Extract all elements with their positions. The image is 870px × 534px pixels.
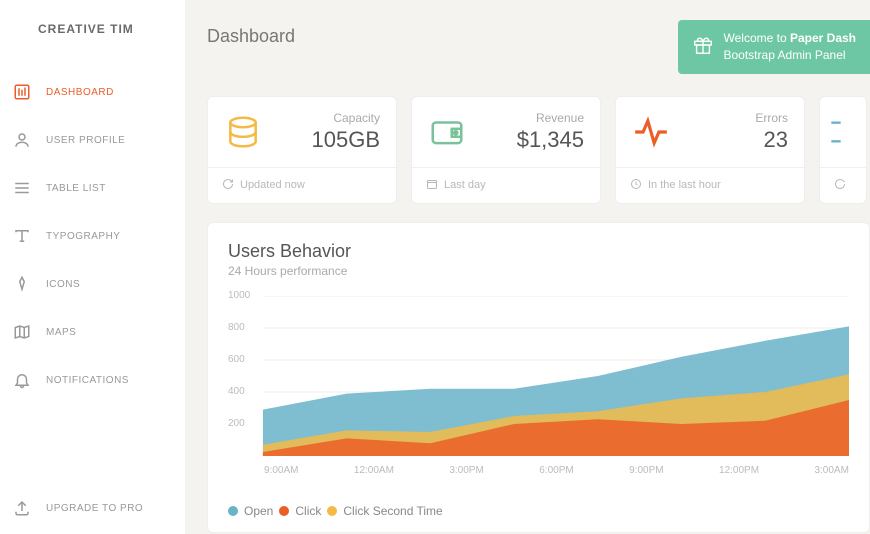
sidebar-item-label: TABLE LIST [46,183,106,194]
stat-cards: Capacity 105GB Updated now Revenue $1,34… [185,74,870,204]
sidebar-item-table-list[interactable]: TABLE LIST [0,164,185,212]
sidebar-item-user-profile[interactable]: USER PROFILE [0,116,185,164]
upgrade-to-pro[interactable]: UPGRADE TO PRO [0,482,185,534]
legend-label-click: Click [295,504,321,518]
sidebar-item-label: MAPS [46,327,76,338]
database-icon [222,111,264,153]
card-value: $1,345 [476,127,584,153]
welcome-line-1: Welcome to [724,31,790,45]
card-partial [819,96,867,204]
y-tick: 800 [228,322,245,333]
card-label: Errors [680,111,788,125]
chart-legend: Open Click Click Second Time [228,504,849,518]
card-label: Capacity [272,111,380,125]
nav-list: DASHBOARD USER PROFILE TABLE LIST TYPOGR… [0,54,185,482]
user-icon [12,130,32,150]
area-chart [228,296,849,456]
gift-icon [692,34,714,59]
wallet-icon [426,111,468,153]
chart-card: Users Behavior 24 Hours performance 200 4… [207,222,870,533]
card-value: 105GB [272,127,380,153]
refresh-icon [222,178,234,193]
legend-dot-click2 [327,506,337,516]
page-title: Dashboard [207,26,678,47]
y-tick: 1000 [228,290,250,301]
y-tick: 400 [228,386,245,397]
sidebar-item-typography[interactable]: TYPOGRAPHY [0,212,185,260]
card-revenue: Revenue $1,345 Last day [411,96,601,204]
sidebar: CREATIVE TIM DASHBOARD USER PROFILE TABL… [0,0,185,534]
sidebar-item-label: DASHBOARD [46,87,114,98]
sidebar-item-icons[interactable]: ICONS [0,260,185,308]
x-tick: 12:00AM [354,465,394,476]
x-tick: 3:00PM [449,465,483,476]
typography-icon [12,226,32,246]
x-tick: 3:00AM [814,465,848,476]
sliders-icon [12,82,32,102]
x-tick: 12:00PM [719,465,759,476]
bell-icon [12,370,32,390]
welcome-line-2: Bootstrap Admin Panel [724,47,857,64]
welcome-text: Welcome to Paper Dash Bootstrap Admin Pa… [724,30,857,64]
card-footer-text: Updated now [240,179,305,191]
clock-icon [630,178,642,193]
sidebar-item-label: TYPOGRAPHY [46,231,120,242]
pulse-icon [630,111,672,153]
header: Dashboard Welcome to Paper Dash Bootstra… [185,0,870,74]
x-tick: 6:00PM [539,465,573,476]
card-label: Revenue [476,111,584,125]
legend-label-open: Open [244,504,273,518]
y-tick: 600 [228,354,245,365]
pen-icon [12,274,32,294]
x-tick: 9:00AM [264,465,298,476]
calendar-icon [426,178,438,193]
y-tick: 200 [228,418,245,429]
legend-label-click2: Click Second Time [343,504,442,518]
x-tick: 9:00PM [629,465,663,476]
legend-dot-click [279,506,289,516]
map-icon [12,322,32,342]
legend-dot-open [228,506,238,516]
welcome-bold: Paper Dash [790,31,856,45]
brand-title: CREATIVE TIM [0,0,185,54]
refresh-icon [834,178,846,193]
sidebar-item-maps[interactable]: MAPS [0,308,185,356]
sidebar-item-label: NOTIFICATIONS [46,375,129,386]
upload-icon [12,498,32,518]
sidebar-item-dashboard[interactable]: DASHBOARD [0,68,185,116]
sidebar-item-label: ICONS [46,279,80,290]
welcome-banner[interactable]: Welcome to Paper Dash Bootstrap Admin Pa… [678,20,870,74]
chart-area: 2004006008001000 9:00AM12:00AM3:00PM6:00… [228,296,849,476]
chart-title: Users Behavior [228,241,849,262]
x-axis-ticks: 9:00AM 12:00AM 3:00PM 6:00PM 9:00PM 12:00PM 3:… [228,465,849,476]
chart-subtitle: 24 Hours performance [228,264,849,278]
list-icon [12,178,32,198]
card-footer-text: In the last hour [648,179,721,191]
upgrade-label: UPGRADE TO PRO [46,503,143,514]
sidebar-item-notifications[interactable]: NOTIFICATIONS [0,356,185,404]
sidebar-item-label: USER PROFILE [46,135,125,146]
card-errors: Errors 23 In the last hour [615,96,805,204]
card-value: 23 [680,127,788,153]
partial-icon [828,111,844,153]
main-content: Dashboard Welcome to Paper Dash Bootstra… [185,0,870,534]
card-footer-text: Last day [444,179,486,191]
card-capacity: Capacity 105GB Updated now [207,96,397,204]
